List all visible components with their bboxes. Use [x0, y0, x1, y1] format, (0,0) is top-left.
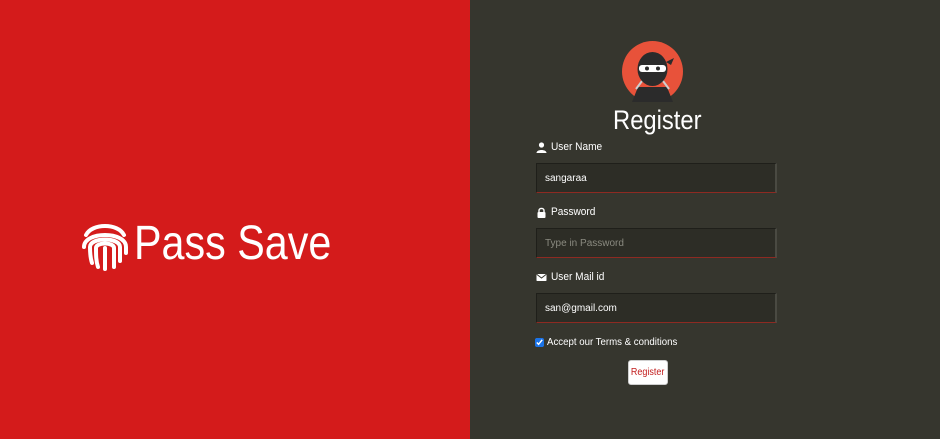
brand-logo: Pass Save — [78, 212, 363, 276]
brand-name: Pass Save — [134, 217, 332, 270]
register-title: Register — [612, 105, 702, 135]
password-input[interactable] — [536, 228, 777, 258]
email-label: User Mail id — [536, 270, 609, 284]
ninja-avatar-icon — [622, 41, 683, 102]
username-label: User Name — [536, 140, 607, 154]
envelope-icon — [536, 272, 547, 283]
password-label: Password — [536, 205, 599, 219]
email-input[interactable] — [536, 293, 777, 323]
terms-checkbox[interactable] — [535, 337, 544, 347]
lock-icon — [536, 207, 547, 218]
register-button[interactable]: Register — [628, 360, 668, 385]
fingerprint-icon — [78, 217, 132, 271]
brand-panel: Pass Save — [0, 0, 470, 439]
user-icon — [536, 141, 547, 153]
register-panel: Register User Name Password — [470, 0, 940, 439]
terms-row: Accept our Terms & conditions — [535, 336, 689, 348]
username-input[interactable] — [536, 163, 777, 193]
register-page: Pass Save Register User Name sangaraa Pa… — [0, 0, 940, 439]
